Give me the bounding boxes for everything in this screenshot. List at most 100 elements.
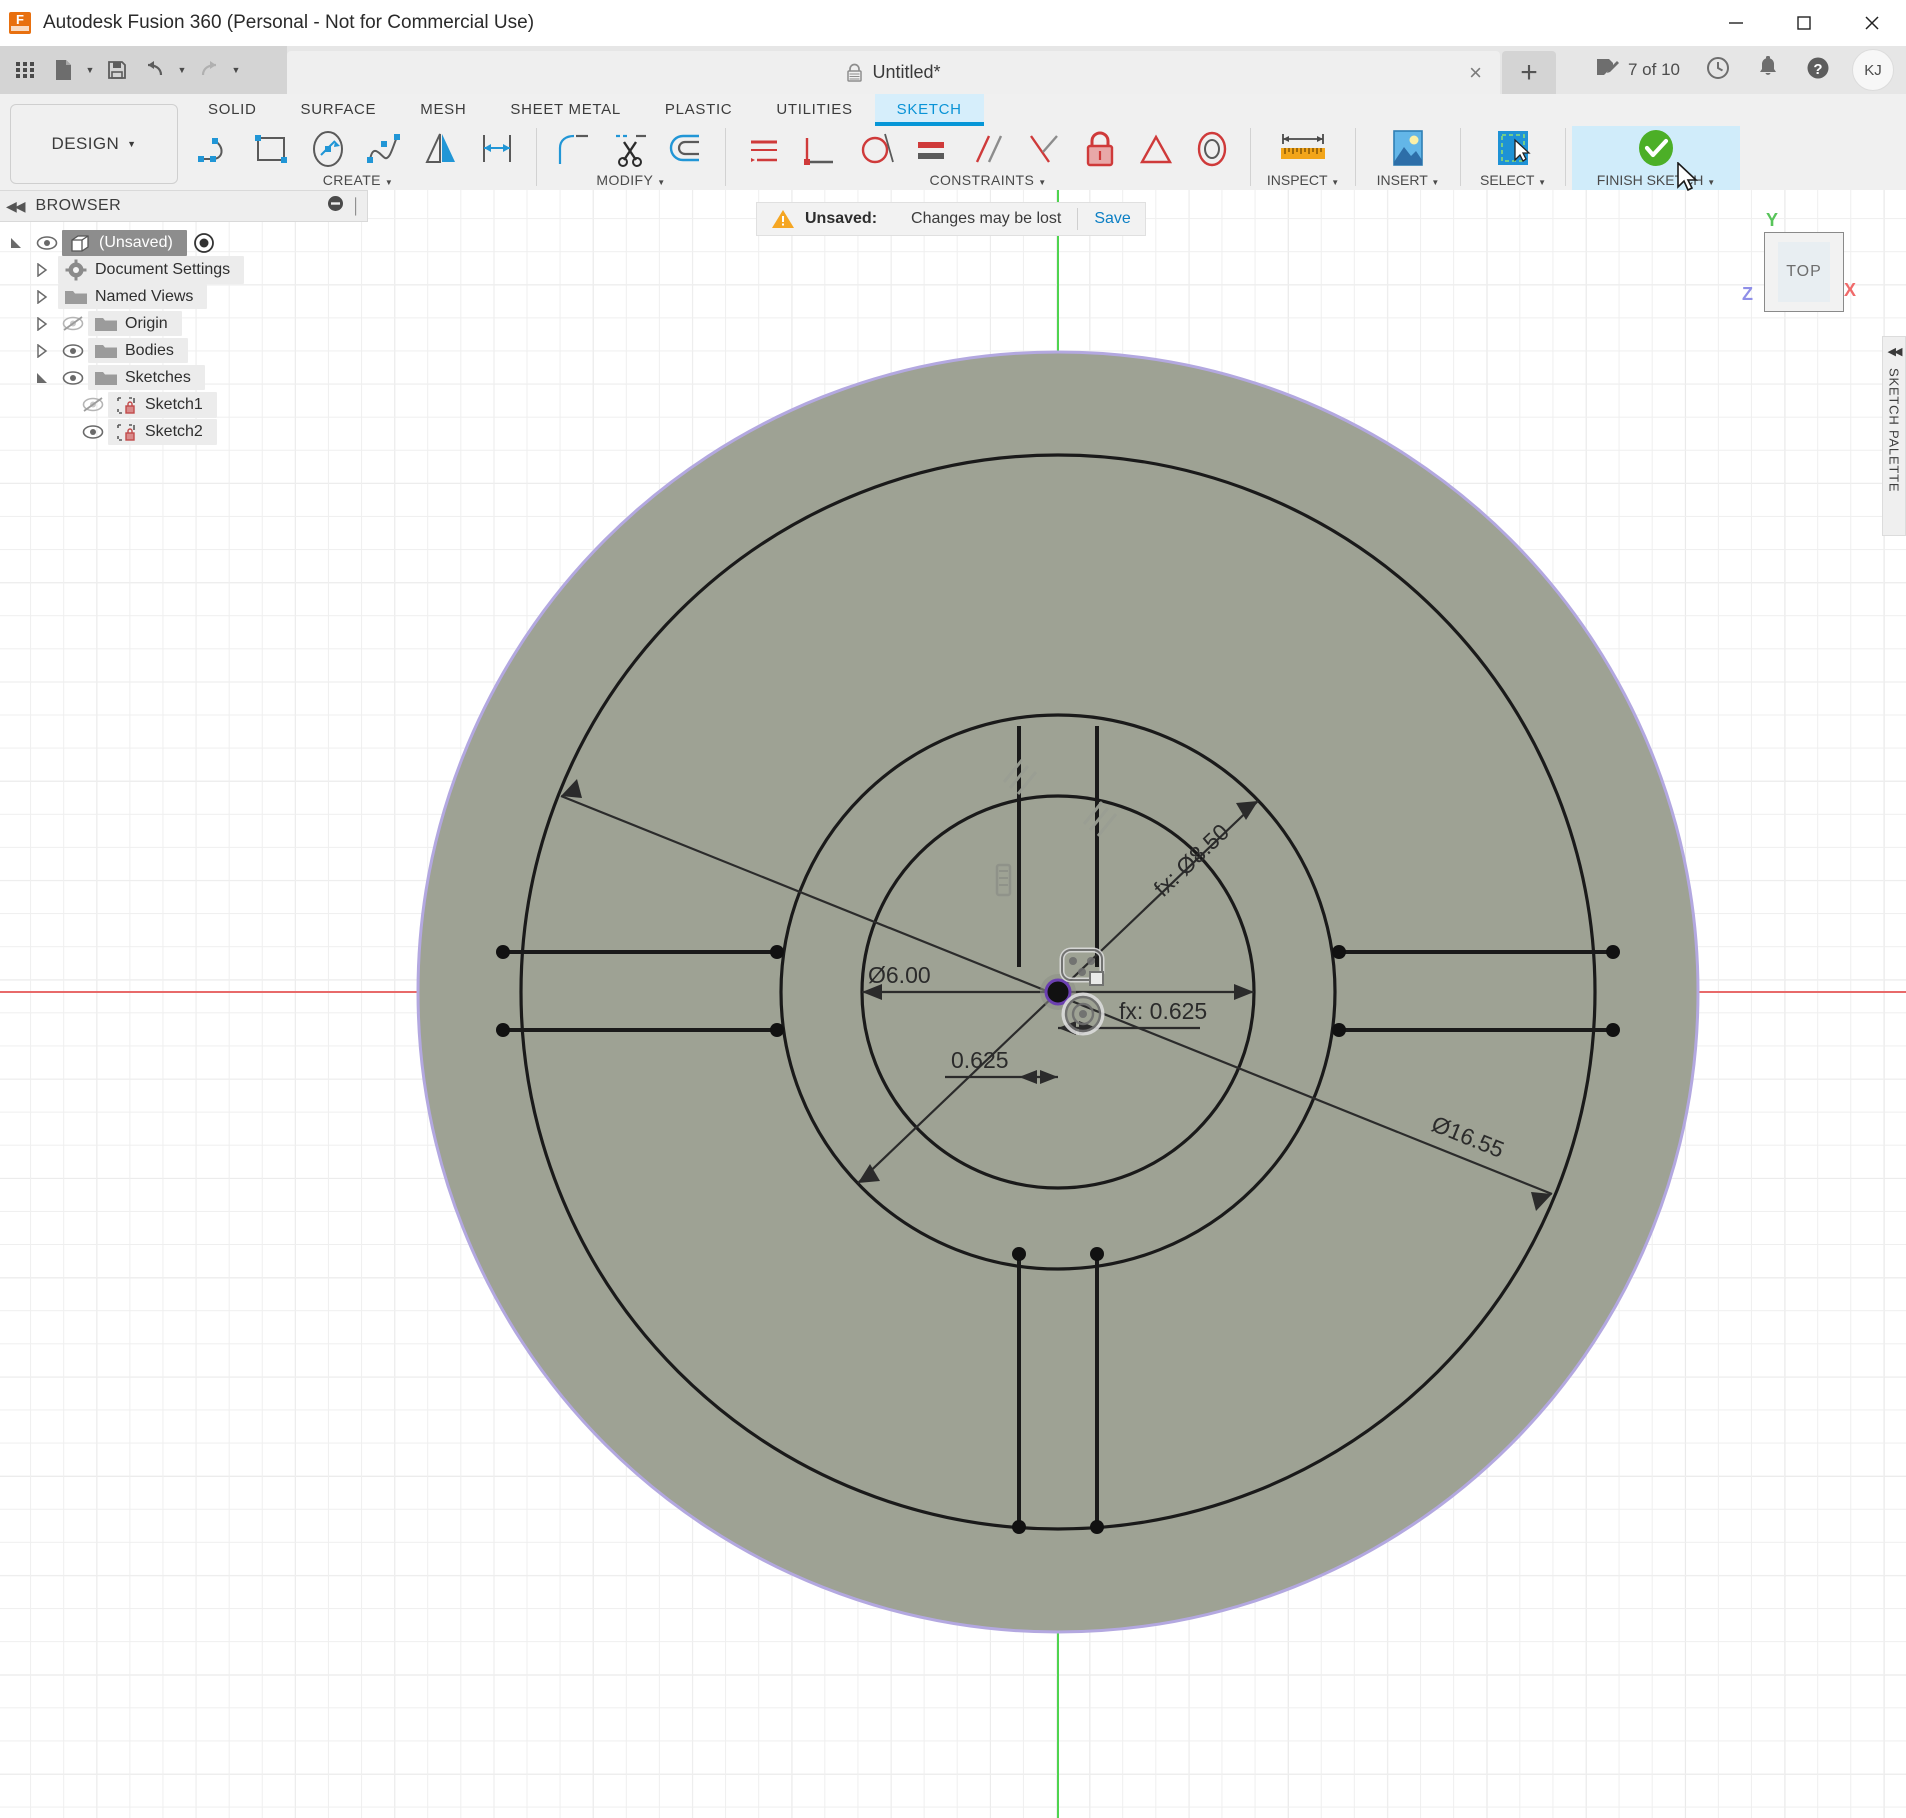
visibility-eye-hidden-icon[interactable] xyxy=(58,315,88,332)
panel-modify-title[interactable]: MODIFY ▼ xyxy=(543,172,719,190)
help-button[interactable]: ? xyxy=(1794,48,1842,92)
rectangle-tool-icon[interactable] xyxy=(246,126,302,172)
expander-collapsed-icon[interactable] xyxy=(26,262,58,277)
parallel-constraint-icon[interactable] xyxy=(960,126,1016,172)
panel-insert[interactable]: INSERT ▼ xyxy=(1362,126,1454,190)
circle-tool-icon[interactable] xyxy=(302,126,358,172)
notifications-button[interactable] xyxy=(1746,48,1790,92)
spline-tool-icon[interactable] xyxy=(358,126,414,172)
tree-item-bodies[interactable]: Bodies xyxy=(0,337,368,364)
view-cube-face-label: TOP xyxy=(1778,242,1830,302)
save-link[interactable]: Save xyxy=(1094,210,1130,228)
equal-constraint-icon[interactable] xyxy=(904,126,960,172)
midpoint-constraint-icon[interactable] xyxy=(1128,126,1184,172)
dim-label-slot-left-offset: 0.625 xyxy=(951,1047,1009,1073)
panel-divider xyxy=(1460,128,1461,186)
concentric-constraint-icon[interactable] xyxy=(1184,126,1240,172)
tab-close-icon[interactable]: × xyxy=(1469,61,1482,84)
tree-item-document-settings[interactable]: Document Settings xyxy=(0,255,368,284)
collapse-left-icon[interactable]: ◀◀ xyxy=(6,198,25,215)
undo-caret[interactable]: ▼ xyxy=(174,50,190,90)
expander-expanded-icon[interactable] xyxy=(26,371,58,385)
quick-access-bar: ▼ ▼ ▼ Untitled* × + 7 of 10 ? KJ xyxy=(0,46,1906,94)
close-button[interactable] xyxy=(1838,0,1906,46)
view-cube[interactable]: TOP Y X Z xyxy=(1742,210,1864,334)
workspace-label: DESIGN xyxy=(51,134,120,153)
visibility-eye-icon[interactable] xyxy=(78,424,108,440)
panel-inspect-title[interactable]: INSPECT ▼ xyxy=(1267,172,1339,190)
perpendicular-constraint-icon[interactable] xyxy=(1016,126,1072,172)
tree-item-sketches[interactable]: Sketches xyxy=(0,364,368,391)
visibility-eye-icon[interactable] xyxy=(58,343,88,359)
avatar[interactable]: KJ xyxy=(1852,49,1894,91)
panel-select[interactable]: SELECT ▼ xyxy=(1467,126,1559,190)
view-cube-face[interactable]: TOP xyxy=(1764,232,1844,312)
tree-item-sketch1[interactable]: Sketch1 xyxy=(0,391,368,418)
trim-tool-icon[interactable] xyxy=(603,126,659,172)
undo-icon[interactable] xyxy=(136,50,174,90)
recent-button[interactable] xyxy=(1694,48,1742,92)
tree-item-named-views[interactable]: Named Views xyxy=(0,283,368,310)
tab-sketch[interactable]: SKETCH xyxy=(874,94,984,126)
panel-create-title[interactable]: CREATE ▼ xyxy=(186,172,530,190)
expander-collapsed-icon[interactable] xyxy=(26,316,58,331)
gear-icon xyxy=(61,259,91,281)
save-icon[interactable] xyxy=(98,50,136,90)
tab-mesh[interactable]: MESH xyxy=(398,94,488,126)
tree-item-origin[interactable]: Origin xyxy=(0,310,368,337)
new-tab-button[interactable]: + xyxy=(1502,51,1556,94)
collapse-right-icon[interactable]: ◀◀ xyxy=(1888,345,1903,358)
dim-label-inner-bore: Ø6.00 xyxy=(868,962,931,988)
folder-icon xyxy=(91,368,121,387)
app-grid-icon[interactable] xyxy=(6,50,44,90)
new-document-icon[interactable] xyxy=(44,50,82,90)
panel-constraints-title[interactable]: CONSTRAINTS ▼ xyxy=(732,172,1244,190)
minimize-button[interactable] xyxy=(1702,0,1770,46)
document-tab[interactable]: Untitled* × xyxy=(287,51,1500,94)
redo-icon[interactable] xyxy=(190,50,228,90)
finish-sketch-check-icon xyxy=(1632,126,1680,172)
folder-icon xyxy=(61,287,91,306)
job-status-button[interactable]: 7 of 10 xyxy=(1585,48,1690,92)
design-canvas[interactable]: 0.625 fx: 0.625 Ø6.00 fx: Ø8.50 Ø16.55 ◀… xyxy=(0,190,1906,1818)
line-tool-icon[interactable] xyxy=(190,126,246,172)
tab-surface[interactable]: SURFACE xyxy=(279,94,399,126)
maximize-button[interactable] xyxy=(1770,0,1838,46)
tab-plastic[interactable]: PLASTIC xyxy=(643,94,754,126)
tab-solid[interactable]: SOLID xyxy=(186,94,279,126)
expander-collapsed-icon[interactable] xyxy=(26,343,58,358)
visibility-eye-icon[interactable] xyxy=(32,235,62,251)
offset-tool-icon[interactable] xyxy=(659,126,715,172)
tree-label-sketch2: Sketch2 xyxy=(145,422,203,440)
tree-item-unsaved[interactable]: (Unsaved) xyxy=(0,229,368,256)
tab-sheet-metal[interactable]: SHEET METAL xyxy=(488,94,643,126)
visibility-eye-icon[interactable] xyxy=(58,370,88,386)
expander-expanded-icon[interactable] xyxy=(0,236,32,250)
tab-utilities[interactable]: UTILITIES xyxy=(754,94,874,126)
measure-icon xyxy=(1274,126,1332,172)
sketch-palette-strip[interactable]: ◀◀ SKETCH PALETTE xyxy=(1882,336,1906,536)
coincident-constraint-icon[interactable] xyxy=(792,126,848,172)
redo-caret[interactable]: ▼ xyxy=(228,50,244,90)
fillet-tool-icon[interactable] xyxy=(547,126,603,172)
quick-access-right: 7 of 10 ? KJ xyxy=(1556,46,1906,94)
tangent-constraint-icon[interactable] xyxy=(848,126,904,172)
panel-finish-sketch[interactable]: FINISH SKETCH ▼ xyxy=(1572,126,1740,190)
minus-circle-icon[interactable] xyxy=(327,195,344,217)
panel-inspect[interactable]: INSPECT ▼ xyxy=(1257,126,1349,190)
expander-collapsed-icon[interactable] xyxy=(26,289,58,304)
mirror-tool-icon[interactable] xyxy=(414,126,470,172)
panel-insert-title[interactable]: INSERT ▼ xyxy=(1377,172,1440,190)
fix-unfix-constraint-icon[interactable] xyxy=(1072,126,1128,172)
sketch-icon xyxy=(111,395,141,415)
workspace-switcher-button[interactable]: DESIGN ▼ xyxy=(10,104,178,184)
active-dot-icon[interactable] xyxy=(193,232,215,254)
panel-select-title[interactable]: SELECT ▼ xyxy=(1480,172,1546,190)
new-document-caret[interactable]: ▼ xyxy=(82,50,98,90)
horizontal-vertical-constraint-icon[interactable] xyxy=(736,126,792,172)
tree-item-sketch2[interactable]: Sketch2 xyxy=(0,418,368,445)
dimension-tool-icon[interactable] xyxy=(470,126,526,172)
visibility-eye-hidden-icon[interactable] xyxy=(78,396,108,413)
browser-resize-handle[interactable]: │ xyxy=(352,198,361,215)
job-status-label: 7 of 10 xyxy=(1628,60,1680,79)
